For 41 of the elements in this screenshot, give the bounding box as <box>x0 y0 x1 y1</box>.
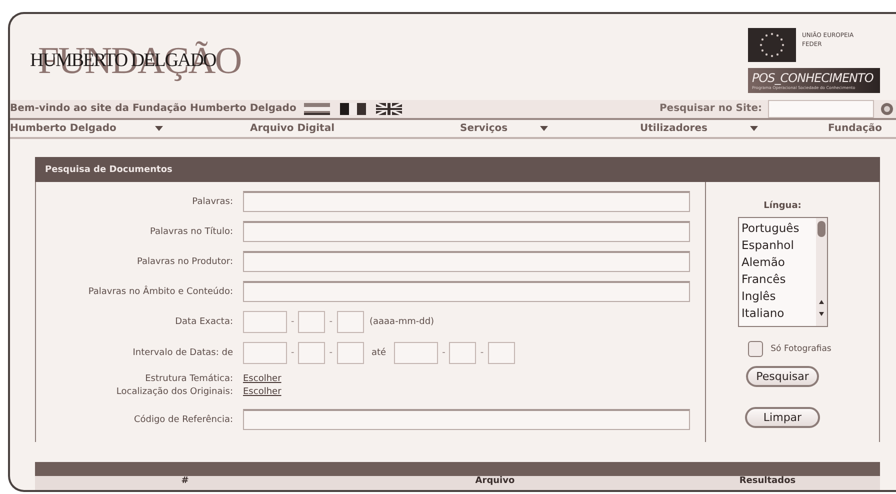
nav-menu-item[interactable]: Serviços <box>460 122 640 134</box>
nav-menu-item[interactable]: Fundação <box>828 122 888 134</box>
date-format-hint: (aaaa-mm-dd) <box>370 317 434 327</box>
search-button[interactable]: Pesquisar <box>746 366 819 387</box>
language-label: Língua: <box>764 201 802 211</box>
clear-button[interactable]: Limpar <box>745 407 820 428</box>
choose-link[interactable]: Escolher <box>243 387 282 397</box>
dash-separator: - <box>328 348 334 358</box>
language-list[interactable]: Português Espanhol Alemão Francês Inglês Italiano <box>738 217 828 327</box>
dash-separator: - <box>290 317 296 327</box>
field-label: Código de Referência: <box>132 414 234 424</box>
dash-separator: - <box>479 348 485 358</box>
field-label: Palavras no Âmbito e Conteúdo: <box>87 286 234 296</box>
language-option[interactable]: Inglês <box>742 288 816 305</box>
language-option[interactable]: Italiano <box>742 305 816 322</box>
photos-only-checkbox[interactable]: Só Fotografias <box>748 341 832 357</box>
column-header: # <box>181 476 189 486</box>
choose-link[interactable]: Escolher <box>243 374 282 384</box>
field-label: Intervalo de Datas: de <box>132 348 234 358</box>
dash-separator: - <box>441 348 446 358</box>
language-option[interactable]: Português <box>742 220 816 237</box>
field-label: Data Exacta: <box>174 317 234 327</box>
panel-title: Pesquisa de Documentos <box>35 157 880 182</box>
field-label: Palavras no Título: <box>149 226 234 236</box>
field-label: Palavras no Produtor: <box>136 256 234 266</box>
column-header: Arquivo <box>475 476 515 486</box>
dash-separator: - <box>328 317 334 327</box>
field-label: Palavras: <box>191 196 234 206</box>
column-header: Resultados <box>739 476 796 486</box>
welcome-text: Bem-vindo ao site da Fundação Humberto Delgado <box>10 103 296 114</box>
language-option[interactable]: Francês <box>742 271 816 288</box>
nav-menu-item[interactable]: Humberto Delgado <box>10 122 250 134</box>
language-option[interactable]: Espanhol <box>742 237 816 254</box>
range-to-label: até <box>372 348 386 358</box>
field-label: Localização dos Originais: <box>115 387 234 397</box>
nav-menu-item[interactable]: Utilizadores <box>640 122 828 134</box>
nav-menu-item[interactable]: Arquivo Digital <box>250 122 460 134</box>
field-label: Estrutura Temática: <box>144 374 234 384</box>
dash-separator: - <box>290 348 296 358</box>
search-label: Pesquisar no Site: <box>659 103 762 114</box>
language-option[interactable]: Alemão <box>742 254 816 271</box>
